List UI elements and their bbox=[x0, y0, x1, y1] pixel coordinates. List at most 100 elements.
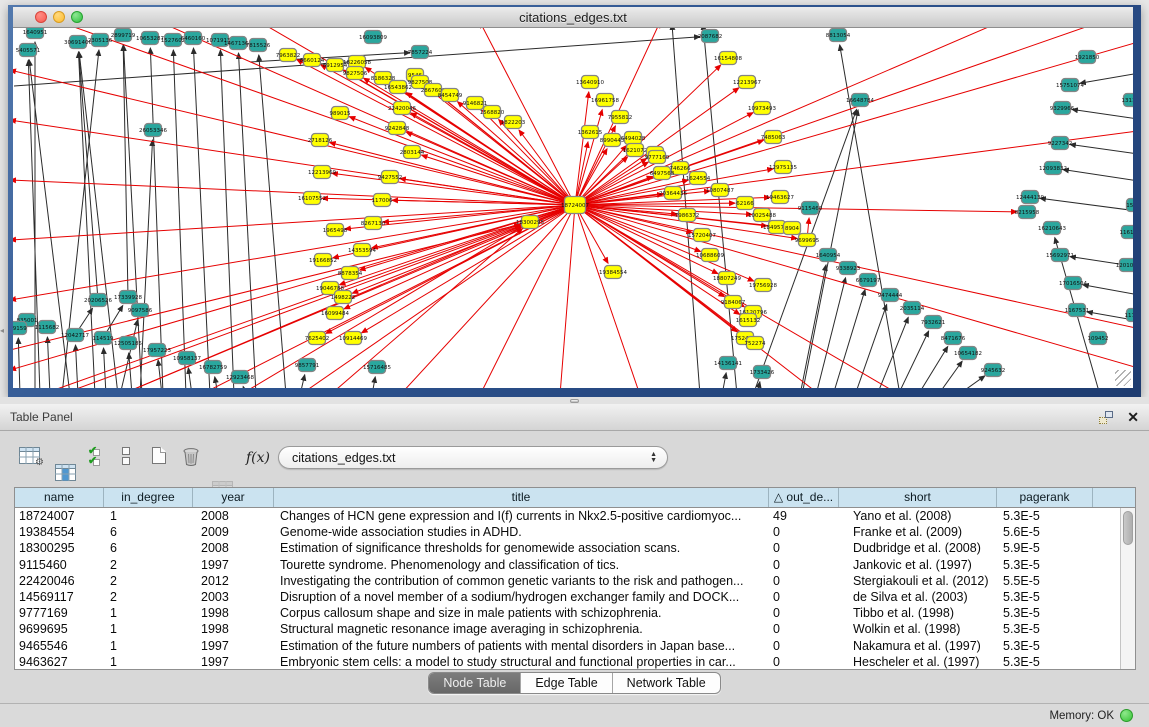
table-cell[interactable]: 6 bbox=[104, 524, 193, 540]
table-cell[interactable]: Changes of HCN gene expression and I(f) … bbox=[274, 508, 769, 524]
deselect-rows-button[interactable] bbox=[122, 447, 130, 467]
table-cell[interactable]: Dudbridge et al. (2008) bbox=[839, 540, 997, 556]
table-row[interactable]: 2242004622012Investigating the contribut… bbox=[15, 573, 1120, 589]
table-row[interactable]: 977716911998Corpus callosum shape and si… bbox=[15, 605, 1120, 621]
table-cell[interactable]: 0 bbox=[769, 654, 839, 669]
close-panel-icon[interactable]: ✕ bbox=[1127, 410, 1139, 424]
table-cell[interactable]: 9699695 bbox=[15, 621, 104, 637]
table-cell[interactable]: Embryonic stem cells: a model to study s… bbox=[274, 654, 769, 669]
table-cell[interactable]: Disruption of a novel member of a sodium… bbox=[274, 589, 769, 605]
zoom-traffic-light-icon[interactable] bbox=[71, 11, 83, 23]
table-row[interactable]: 946362711997Embryonic stem cells: a mode… bbox=[15, 654, 1120, 669]
table-cell[interactable]: Hescheler et al. (1997) bbox=[839, 654, 997, 669]
table-cell[interactable]: 9463627 bbox=[15, 654, 104, 669]
table-cell[interactable]: 49 bbox=[769, 508, 839, 524]
table-cell[interactable]: 1997 bbox=[193, 557, 274, 573]
table-cell[interactable]: 5.3E-5 bbox=[997, 638, 1093, 654]
table-cell[interactable]: 0 bbox=[769, 638, 839, 654]
column-header-pagerank[interactable]: pagerank bbox=[997, 488, 1093, 507]
column-header-name[interactable]: name bbox=[15, 488, 104, 507]
tab-network-table[interactable]: Network Table bbox=[613, 673, 720, 693]
table-cell[interactable]: Tibbo et al. (1998) bbox=[839, 605, 997, 621]
vertical-scrollbar[interactable] bbox=[1120, 508, 1135, 669]
column-header-title[interactable]: title bbox=[274, 488, 769, 507]
table-cell[interactable]: 5.5E-5 bbox=[997, 573, 1093, 589]
function-builder-button[interactable]: f(x) bbox=[246, 450, 270, 466]
table-cell[interactable]: 1 bbox=[104, 621, 193, 637]
table-cell[interactable]: 2008 bbox=[193, 508, 274, 524]
table-cell[interactable]: 1997 bbox=[193, 638, 274, 654]
table-cell[interactable]: 0 bbox=[769, 524, 839, 540]
table-cell[interactable]: 1998 bbox=[193, 621, 274, 637]
float-window-icon[interactable] bbox=[1099, 411, 1113, 424]
horizontal-splitter[interactable] bbox=[0, 397, 1149, 404]
memory-ok-indicator[interactable] bbox=[1120, 709, 1133, 722]
table-row[interactable]: 1872400712008Changes of HCN gene express… bbox=[15, 508, 1120, 524]
table-cell[interactable]: 1998 bbox=[193, 605, 274, 621]
scrollbar-thumb[interactable] bbox=[1123, 511, 1133, 545]
table-cell[interactable]: 5.3E-5 bbox=[997, 654, 1093, 669]
splitter-knob-icon[interactable] bbox=[570, 399, 579, 403]
table-cell[interactable]: 9777169 bbox=[15, 605, 104, 621]
table-cell[interactable]: Yano et al. (2008) bbox=[839, 508, 997, 524]
table-cell[interactable]: 1 bbox=[104, 654, 193, 669]
table-cell[interactable]: Investigating the contribution of common… bbox=[274, 573, 769, 589]
table-body[interactable]: 1872400712008Changes of HCN gene express… bbox=[15, 508, 1120, 669]
table-cell[interactable]: 2 bbox=[104, 589, 193, 605]
tab-edge-table[interactable]: Edge Table bbox=[521, 673, 612, 693]
table-cell[interactable]: 5.6E-5 bbox=[997, 524, 1093, 540]
table-cell[interactable]: 19384554 bbox=[15, 524, 104, 540]
table-cell[interactable]: 0 bbox=[769, 589, 839, 605]
column-header-out_de[interactable]: △ out_de... bbox=[769, 488, 839, 507]
table-mode-button[interactable]: ⚙ bbox=[19, 447, 40, 464]
table-cell[interactable]: 18724007 bbox=[15, 508, 104, 524]
table-cell[interactable]: Franke et al. (2009) bbox=[839, 524, 997, 540]
table-cell[interactable]: 1997 bbox=[193, 654, 274, 669]
close-traffic-light-icon[interactable] bbox=[35, 11, 47, 23]
table-cell[interactable]: de Silva et al. (2003) bbox=[839, 589, 997, 605]
table-header-row[interactable]: namein_degreeyeartitle△ out_de...shortpa… bbox=[15, 488, 1135, 508]
table-cell[interactable]: 5.3E-5 bbox=[997, 589, 1093, 605]
table-cell[interactable]: Corpus callosum shape and size in male p… bbox=[274, 605, 769, 621]
column-header-in_degree[interactable]: in_degree bbox=[104, 488, 193, 507]
table-cell[interactable]: 1 bbox=[104, 605, 193, 621]
table-row[interactable]: 969969511998Structural magnetic resonanc… bbox=[15, 621, 1120, 637]
table-cell[interactable]: 0 bbox=[769, 573, 839, 589]
table-cell[interactable]: 5.3E-5 bbox=[997, 508, 1093, 524]
table-cell[interactable]: 2009 bbox=[193, 524, 274, 540]
resize-grip-icon[interactable] bbox=[1115, 370, 1131, 386]
table-cell[interactable]: 5.3E-5 bbox=[997, 605, 1093, 621]
table-cell[interactable]: 0 bbox=[769, 605, 839, 621]
table-cell[interactable]: Stergiakouli et al. (2012) bbox=[839, 573, 997, 589]
column-header-short[interactable]: short bbox=[839, 488, 997, 507]
table-cell[interactable]: Jankovic et al. (1997) bbox=[839, 557, 997, 573]
delete-column-button[interactable] bbox=[182, 447, 200, 471]
table-cell[interactable]: 1 bbox=[104, 638, 193, 654]
table-cell[interactable]: 2 bbox=[104, 557, 193, 573]
table-row[interactable]: 1456911722003Disruption of a novel membe… bbox=[15, 589, 1120, 605]
table-cell[interactable]: 2012 bbox=[193, 573, 274, 589]
table-cell[interactable]: Estimation of significance thresholds fo… bbox=[274, 540, 769, 556]
table-cell[interactable]: 2008 bbox=[193, 540, 274, 556]
table-cell[interactable]: 5.9E-5 bbox=[997, 540, 1093, 556]
table-cell[interactable]: 14569117 bbox=[15, 589, 104, 605]
table-cell[interactable]: 1 bbox=[104, 508, 193, 524]
table-cell[interactable]: 9115460 bbox=[15, 557, 104, 573]
collapse-panel-arrow-icon[interactable]: ◂ bbox=[0, 326, 4, 335]
table-cell[interactable]: Estimation of the future numbers of pati… bbox=[274, 638, 769, 654]
table-cell[interactable]: Genome-wide association studies in ADHD. bbox=[274, 524, 769, 540]
table-cell[interactable]: 18300295 bbox=[15, 540, 104, 556]
show-column-button[interactable] bbox=[55, 464, 76, 481]
table-cell[interactable]: Tourette syndrome. Phenomenology and cla… bbox=[274, 557, 769, 573]
tab-node-table[interactable]: Node Table bbox=[429, 673, 521, 693]
network-canvas[interactable]: 1872400718300295796382286601248912954182… bbox=[13, 28, 1133, 388]
table-cell[interactable]: 9465546 bbox=[15, 638, 104, 654]
table-cell[interactable]: 2 bbox=[104, 573, 193, 589]
table-cell[interactable]: 5.3E-5 bbox=[997, 557, 1093, 573]
table-cell[interactable]: Nakamura et al. (1997) bbox=[839, 638, 997, 654]
table-cell[interactable]: Structural magnetic resonance image aver… bbox=[274, 621, 769, 637]
table-cell[interactable]: 2003 bbox=[193, 589, 274, 605]
new-column-button[interactable] bbox=[152, 447, 166, 464]
table-row[interactable]: 1830029562008Estimation of significance … bbox=[15, 540, 1120, 556]
column-header-year[interactable]: year bbox=[193, 488, 274, 507]
